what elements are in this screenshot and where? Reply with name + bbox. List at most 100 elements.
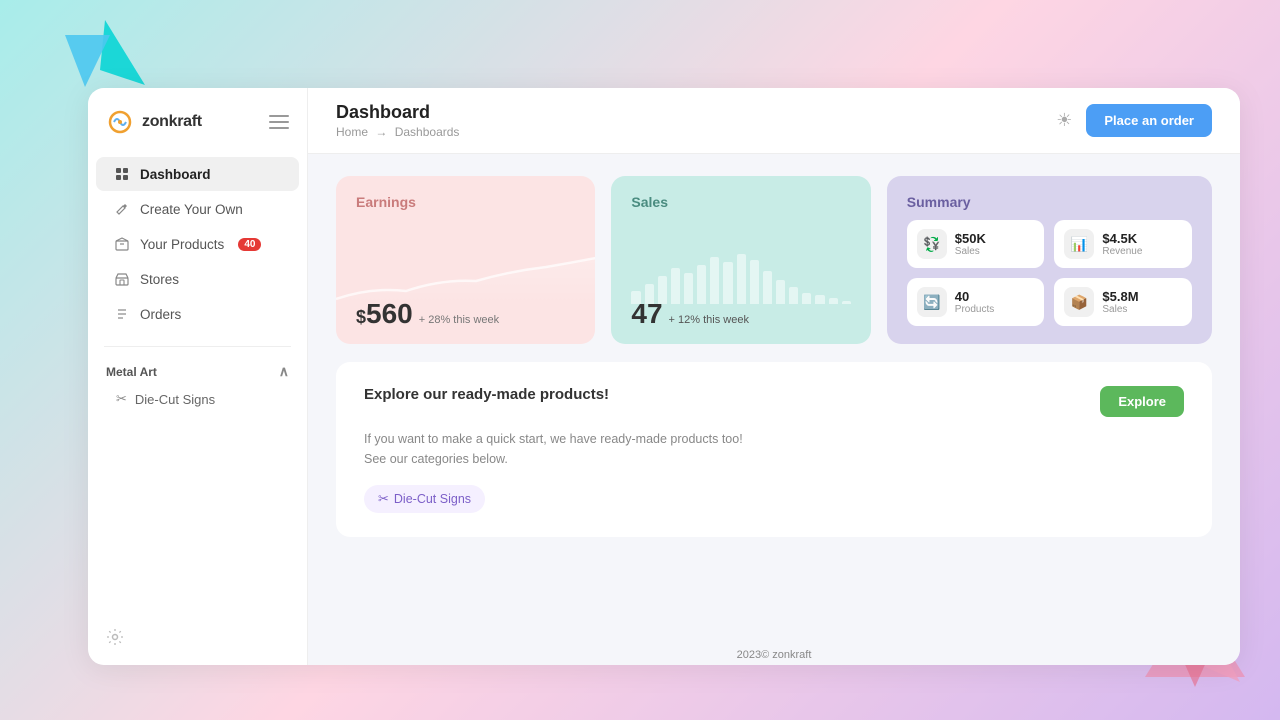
summary-icon-2: 🔄 [917,287,947,317]
sales-value: 47 + 12% this week [631,298,749,330]
dashboard-body: Earnings $560 + 28% this week [308,154,1240,639]
sales-bar [815,295,824,304]
sales-bar [737,254,746,304]
nav-item-create[interactable]: Create Your Own [96,192,299,226]
summary-label-0: Sales [955,246,986,257]
sidebar-subitem-label: Die-Cut Signs [135,392,215,407]
topbar-right: ☀ Place an order [1056,104,1212,137]
sidebar-section-header: Metal Art ∧ [88,357,307,384]
sales-card: Sales 47 + 12% this week [611,176,870,344]
explore-tag-diecut[interactable]: ✂ Die-Cut Signs [364,485,485,513]
logo-area: zonkraft [106,108,202,136]
sidebar-subitem-diecut[interactable]: ✂ Die-Cut Signs [88,384,307,414]
nav-menu: Dashboard Create Your Own Your Products … [88,152,307,336]
explore-description: If you want to make a quick start, we ha… [364,429,1184,469]
summary-icon-0: 💱 [917,229,947,259]
earnings-title: Earnings [356,194,575,210]
summary-title: Summary [907,194,1192,210]
nav-item-stores[interactable]: Stores [96,262,299,296]
explore-desc-line2: See our categories below. [364,452,508,466]
summary-card: Summary 💱 $50K Sales 📊 $4.5K Revenue 🔄 4… [887,176,1212,344]
hamburger-icon[interactable] [269,115,289,129]
nav-item-products[interactable]: Your Products 40 [96,227,299,261]
grid-icon [114,166,130,182]
breadcrumb-sep: → [375,125,387,139]
breadcrumb-home[interactable]: Home [336,125,368,139]
nav-label-dashboard: Dashboard [140,167,211,182]
sales-bar [802,293,811,304]
sun-icon: ☀ [1056,110,1072,130]
summary-grid: 💱 $50K Sales 📊 $4.5K Revenue 🔄 40 Produc… [907,220,1192,326]
logo-icon [106,108,134,136]
sales-change: + 12% this week [669,314,749,326]
nav-item-orders[interactable]: Orders [96,297,299,331]
footer-text: 2023© zonkraft [737,649,812,661]
sales-amount: 47 [631,298,662,329]
summary-icon-1: 📊 [1064,229,1094,259]
sales-bar [776,280,785,304]
summary-label-2: Products [955,304,994,315]
list-icon [114,306,130,322]
edit-icon [114,201,130,217]
summary-label-1: Revenue [1102,246,1142,257]
store-icon [114,271,130,287]
main-content: Dashboard Home → Dashboards ☀ Place an o… [308,88,1240,665]
explore-tags: ✂ Die-Cut Signs [364,485,1184,513]
explore-title: Explore our ready-made products! [364,386,609,403]
logo-text: zonkraft [142,113,202,131]
nav-label-products: Your Products [140,237,224,252]
explore-tag-icon: ✂ [378,491,389,507]
breadcrumb-current: Dashboards [395,125,460,139]
sales-chart [631,254,850,304]
summary-value-1: $4.5K [1102,231,1142,246]
explore-tag-label: Die-Cut Signs [394,492,471,506]
sales-bar [710,257,719,304]
diecut-icon: ✂ [116,391,127,407]
sidebar-header: zonkraft [88,88,307,152]
sidebar-footer [88,614,307,665]
earnings-change: + 28% this week [419,314,499,326]
earnings-value: $560 + 28% this week [356,298,499,330]
sidebar-divider [104,346,291,347]
products-badge: 40 [238,238,261,251]
breadcrumb: Home → Dashboards [336,125,459,139]
page-title: Dashboard [336,102,459,123]
summary-item-1: 📊 $4.5K Revenue [1054,220,1192,268]
explore-desc-line1: If you want to make a quick start, we ha… [364,432,743,446]
explore-header: Explore our ready-made products! Explore [364,386,1184,417]
earnings-card: Earnings $560 + 28% this week [336,176,595,344]
earnings-chart [336,249,595,304]
explore-button[interactable]: Explore [1100,386,1184,417]
nav-label-orders: Orders [140,307,181,322]
summary-item-0: 💱 $50K Sales [907,220,1045,268]
section-toggle[interactable]: ∧ [279,363,289,380]
sidebar: zonkraft Dashboard Create Your Own [88,88,308,665]
section-label: Metal Art [106,365,157,379]
settings-icon[interactable] [106,633,124,650]
topbar-left: Dashboard Home → Dashboards [336,102,459,139]
sales-bar [750,260,759,304]
sales-bar [789,287,798,304]
summary-value-0: $50K [955,231,986,246]
summary-label-3: Sales [1102,304,1138,315]
page-footer: 2023© zonkraft [308,639,1240,665]
summary-item-3: 📦 $5.8M Sales [1054,278,1192,326]
summary-icon-3: 📦 [1064,287,1094,317]
sales-bar [763,271,772,304]
theme-toggle[interactable]: ☀ [1056,110,1072,131]
explore-card: Explore our ready-made products! Explore… [336,362,1212,537]
sales-title: Sales [631,194,850,210]
nav-label-stores: Stores [140,272,179,287]
nav-label-create: Create Your Own [140,202,243,217]
nav-item-dashboard[interactable]: Dashboard [96,157,299,191]
main-card: zonkraft Dashboard Create Your Own [88,88,1240,665]
summary-item-2: 🔄 40 Products [907,278,1045,326]
earnings-amount: 560 [366,298,413,329]
earnings-currency: $ [356,307,366,327]
stats-row: Earnings $560 + 28% this week [336,176,1212,344]
place-order-button[interactable]: Place an order [1086,104,1212,137]
sales-bar [829,298,838,304]
summary-value-2: 40 [955,289,994,304]
topbar: Dashboard Home → Dashboards ☀ Place an o… [308,88,1240,154]
summary-value-3: $5.8M [1102,289,1138,304]
